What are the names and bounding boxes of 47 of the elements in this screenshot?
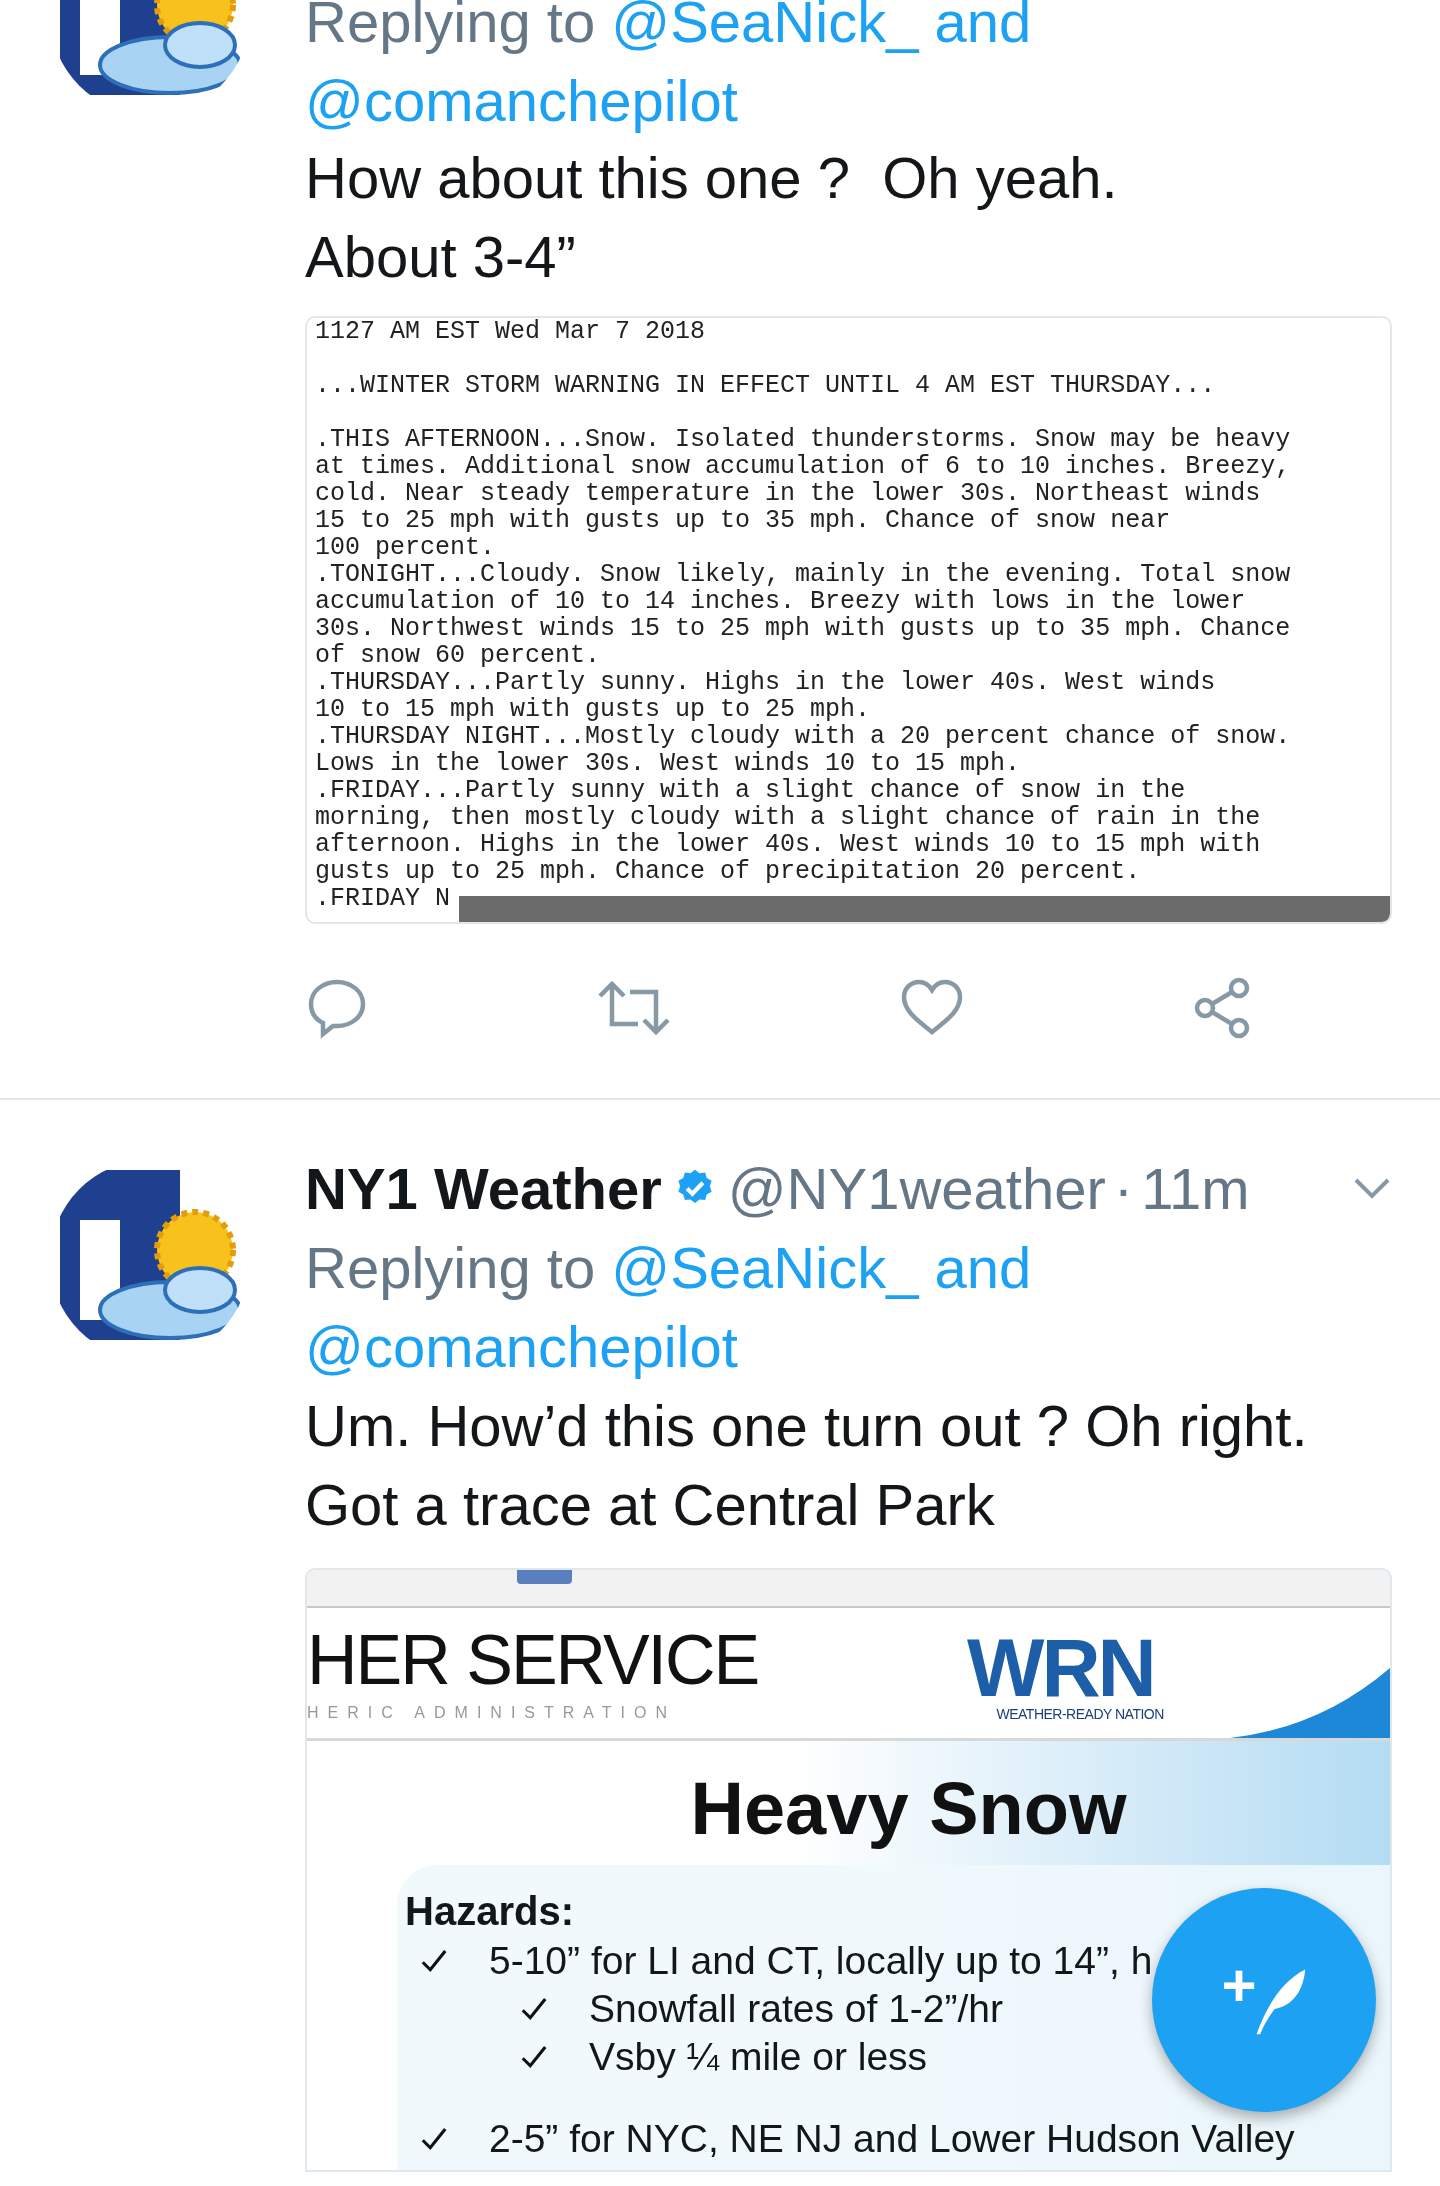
mention-link[interactable]: @comanchepilot — [305, 68, 738, 133]
document-line: .THURSDAY...Partly sunny. Highs in the lower 40s. West winds — [315, 669, 1216, 696]
document-line: 15 to 25 mph with gusts up to 35 mph. Chance of snow near — [315, 507, 1171, 534]
tweet-text: Um. How’d this one turn out ? Oh right. Got a trace at Central Park — [305, 1392, 1309, 1539]
author-name[interactable]: NY1 Weather — [305, 1154, 662, 1222]
chevron-down-icon[interactable] — [1352, 1176, 1392, 1200]
tweet-text: How about this one ? Oh yeah. About 3-4” — [305, 144, 1119, 291]
mention-link[interactable]: @SeaNick_ and — [611, 1235, 1032, 1300]
bullet-text: 2-5” for NYC, NE NJ and Lower Hudson Valley — [489, 2116, 1295, 2162]
document-line: Lows in the lower 30s. West winds 10 to 15 mph. — [315, 750, 1021, 777]
document-line: .FRIDAY N — [315, 885, 451, 912]
document-line: .THIS AFTERNOON...Snow. Isolated thunderstorms. Snow may be heavy — [315, 426, 1291, 453]
slide-image[interactable] — [305, 1568, 1392, 2172]
logo-text: WRN — [967, 1630, 1154, 1706]
slide-title: Heavy Snow — [689, 1766, 1128, 1851]
bullet-text: Vsby ¼ mile or less — [589, 2034, 928, 2080]
document-line: accumulation of 10 to 14 inches. Breezy with lows in the lower — [315, 588, 1246, 615]
timestamp: 11m — [1141, 1154, 1250, 1222]
bullet-text: 5-10” for LI and CT, locally up to 14”, h — [489, 1938, 1153, 1984]
separator: · — [1113, 1154, 1134, 1222]
section-heading: Hazards: — [405, 1888, 575, 1935]
tab-marker — [517, 1570, 572, 1584]
document-line: 10 to 15 mph with gusts up to 25 mph. — [315, 696, 871, 723]
document-line: cold. Near steady temperature in the lower 30s. Northeast winds — [315, 480, 1261, 507]
document-line: .THURSDAY NIGHT...Mostly cloudy with a 20 percent chance of snow. — [315, 723, 1291, 750]
document-line: .FRIDAY...Partly sunny with a slight chance of snow in the — [315, 777, 1186, 804]
agency-name: HER SERVICE — [307, 1622, 760, 1698]
document-image[interactable] — [305, 316, 1392, 924]
document-line: .TONIGHT...Cloudy. Snow likely, mainly in the evening. Total snow — [315, 561, 1291, 588]
mention-link[interactable]: @SeaNick_ and — [611, 0, 1032, 54]
agency-subtitle: HERIC ADMINISTRATION — [307, 1704, 678, 1722]
document-line: 30s. Northwest winds 15 to 25 mph with gusts up to 35 mph. Chance — [315, 615, 1291, 642]
author-handle[interactable]: @NY1weather — [727, 1154, 1106, 1222]
document-line: at times. Additional snow accumulation of 6 to 10 inches. Breezy, — [315, 453, 1291, 480]
document-line: 100 percent. — [315, 534, 496, 561]
logo-caption: WEATHER-READY NATION — [996, 1706, 1164, 1722]
bullet-text: Snowfall rates of 1-2”/hr — [589, 1986, 1003, 2032]
replying-to-text: Replying to @SeaNick_ and @comanchepilot — [305, 0, 1033, 135]
document-line: ...WINTER STORM WARNING IN EFFECT UNTIL 4 AM EST THURSDAY... — [315, 372, 1216, 399]
document-line: of snow 60 percent. — [315, 642, 601, 669]
document-line: morning, then mostly cloudy with a slight chance of rain in the — [315, 804, 1261, 831]
document-line: afternoon. Highs in the lower 40s. West winds 10 to 15 mph with — [315, 831, 1261, 858]
mention-link[interactable]: @comanchepilot — [305, 1314, 738, 1379]
document-line: gusts up to 25 mph. Chance of precipitation 20 percent. — [315, 858, 1141, 885]
document-line: 1127 AM EST Wed Mar 7 2018 — [315, 318, 706, 345]
replying-to-text: Replying to @SeaNick_ and @comanchepilot — [305, 1234, 1033, 1381]
scrollbar[interactable] — [459, 896, 1390, 922]
